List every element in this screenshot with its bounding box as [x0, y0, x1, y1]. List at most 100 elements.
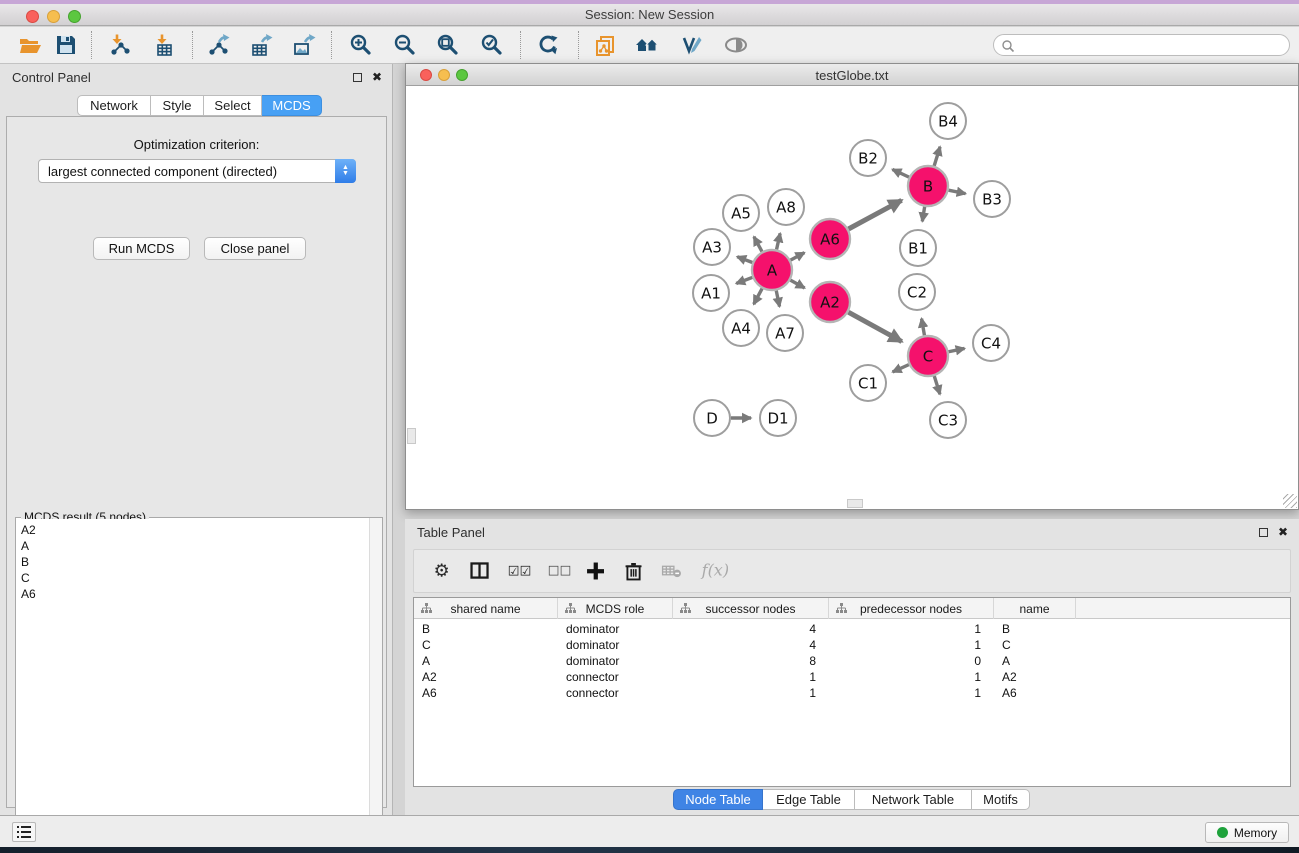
edge-A-A8[interactable]: [777, 233, 781, 249]
edge-C-C1[interactable]: [893, 365, 909, 372]
zoom-selected-icon[interactable]: [475, 30, 509, 60]
table-cell[interactable]: dominator: [558, 653, 673, 669]
criterion-dropdown[interactable]: largest connected component (directed) ▲…: [38, 159, 356, 183]
table-cell[interactable]: dominator: [558, 637, 673, 653]
table-cell[interactable]: 0: [829, 653, 994, 669]
edge-A-A7[interactable]: [776, 291, 779, 307]
tab-style[interactable]: Style: [151, 95, 204, 116]
first-neighbors-icon[interactable]: [630, 30, 664, 60]
node-A1[interactable]: A1: [693, 275, 729, 311]
settings-icon[interactable]: ⚙: [428, 556, 460, 586]
export-network-icon[interactable]: [201, 30, 235, 60]
node-B2[interactable]: B2: [850, 140, 886, 176]
table-cell[interactable]: dominator: [558, 621, 673, 637]
save-session-icon[interactable]: [49, 30, 83, 60]
table-cell[interactable]: connector: [558, 685, 673, 701]
node-A3[interactable]: A3: [694, 229, 730, 265]
close-panel-icon[interactable]: ✖: [372, 70, 382, 84]
tab-edge-table[interactable]: Edge Table: [763, 789, 855, 810]
tab-network[interactable]: Network: [77, 95, 151, 116]
edge-B-B4[interactable]: [934, 147, 940, 166]
table-row[interactable]: Bdominator41B: [414, 621, 1290, 637]
network-canvas[interactable]: AA1A2A3A4A5A6A7A8BB1B2B3B4CC1C2C3C4DD1: [406, 86, 1298, 510]
table-cell[interactable]: 1: [829, 637, 994, 653]
canvas-bottom-scroll-nub[interactable]: [847, 499, 863, 508]
table-cell[interactable]: A2: [994, 669, 1076, 685]
table-row[interactable]: A6connector11A6: [414, 685, 1290, 701]
float-table-panel-icon[interactable]: [1259, 528, 1268, 537]
node-C2[interactable]: C2: [899, 274, 935, 310]
table-cell[interactable]: 1: [829, 669, 994, 685]
node-A4[interactable]: A4: [723, 310, 759, 346]
table-cell[interactable]: 1: [829, 621, 994, 637]
edge-A-A5[interactable]: [754, 237, 762, 252]
column-header-successor-nodes[interactable]: successor nodes: [673, 598, 829, 619]
edge-A-A4[interactable]: [754, 289, 762, 305]
edge-C-C3[interactable]: [934, 376, 940, 394]
function-builder-icon[interactable]: f(x): [696, 556, 728, 586]
table-cell[interactable]: 1: [829, 685, 994, 701]
edge-B-B3[interactable]: [949, 190, 966, 193]
node-A6[interactable]: A6: [810, 219, 850, 259]
zoom-in-icon[interactable]: [344, 30, 378, 60]
node-D[interactable]: D: [694, 400, 730, 436]
table-cell[interactable]: A: [414, 653, 558, 669]
show-panels-button[interactable]: [12, 822, 36, 842]
table-row[interactable]: Adominator80A: [414, 653, 1290, 669]
tab-motifs[interactable]: Motifs: [972, 789, 1030, 810]
edge-C-C4[interactable]: [949, 348, 965, 351]
column-header-predecessor-nodes[interactable]: predecessor nodes: [829, 598, 994, 619]
open-session-icon[interactable]: [13, 30, 47, 60]
table-cell[interactable]: A6: [994, 685, 1076, 701]
zoom-out-icon[interactable]: [388, 30, 422, 60]
table-cell[interactable]: 8: [673, 653, 829, 669]
canvas-left-scroll-nub[interactable]: [407, 428, 416, 444]
network-window-titlebar[interactable]: testGlobe.txt: [406, 64, 1298, 86]
edge-A2-C[interactable]: [848, 312, 901, 341]
table-cell[interactable]: A6: [414, 685, 558, 701]
import-table-icon[interactable]: [148, 30, 182, 60]
table-cell[interactable]: A: [994, 653, 1076, 669]
edge-B-B2[interactable]: [892, 169, 909, 177]
zoom-fit-icon[interactable]: [431, 30, 465, 60]
add-column-icon[interactable]: [580, 556, 612, 586]
table-cell[interactable]: 4: [673, 621, 829, 637]
node-B4[interactable]: B4: [930, 103, 966, 139]
table-cell[interactable]: A2: [414, 669, 558, 685]
table-cell[interactable]: 4: [673, 637, 829, 653]
select-all-icon[interactable]: ☑☑: [502, 556, 534, 586]
tab-select[interactable]: Select: [204, 95, 262, 116]
table-cell[interactable]: C: [414, 637, 558, 653]
table-cell[interactable]: 1: [673, 685, 829, 701]
node-A7[interactable]: A7: [767, 315, 803, 351]
mcds-result-scrollbar[interactable]: [369, 518, 382, 853]
refresh-view-icon[interactable]: [531, 30, 565, 60]
destroy-table-icon[interactable]: [656, 556, 688, 586]
search-input[interactable]: [1020, 36, 1280, 54]
table-cell[interactable]: B: [414, 621, 558, 637]
mcds-result-list[interactable]: A2ABCA6: [17, 519, 368, 853]
mcds-result-item[interactable]: A6: [21, 586, 368, 602]
export-table-icon[interactable]: [244, 30, 278, 60]
node-A8[interactable]: A8: [768, 189, 804, 225]
annotations-icon[interactable]: [674, 30, 708, 60]
edge-C-C2[interactable]: [922, 319, 925, 336]
column-header-MCDS-role[interactable]: MCDS role: [558, 598, 673, 619]
table-cell[interactable]: B: [994, 621, 1076, 637]
node-A2[interactable]: A2: [810, 282, 850, 322]
float-panel-icon[interactable]: [353, 73, 362, 82]
clone-network-icon[interactable]: [588, 30, 622, 60]
edge-A6-B[interactable]: [848, 200, 901, 229]
node-C3[interactable]: C3: [930, 402, 966, 438]
tab-node-table[interactable]: Node Table: [673, 789, 763, 810]
mcds-result-item[interactable]: A2: [21, 522, 368, 538]
close-table-panel-icon[interactable]: ✖: [1278, 525, 1288, 539]
mcds-result-item[interactable]: B: [21, 554, 368, 570]
node-C4[interactable]: C4: [973, 325, 1009, 361]
node-C1[interactable]: C1: [850, 365, 886, 401]
mcds-result-item[interactable]: C: [21, 570, 368, 586]
mcds-result-item[interactable]: A: [21, 538, 368, 554]
column-header-shared-name[interactable]: shared name: [414, 598, 558, 619]
export-image-icon[interactable]: [287, 30, 321, 60]
search-box[interactable]: [993, 34, 1290, 56]
